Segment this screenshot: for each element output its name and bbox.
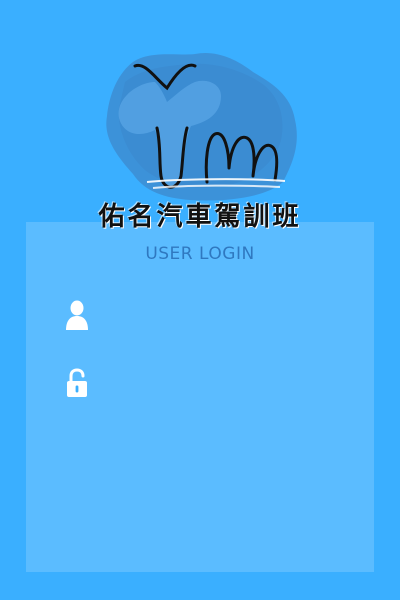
username-input[interactable]: [102, 300, 354, 330]
lock-icon: [64, 367, 90, 399]
brand-logo: [95, 42, 310, 207]
brand-title: 佑名汽車駕訓班: [98, 202, 302, 232]
password-input[interactable]: [102, 368, 354, 398]
password-field-row: [64, 365, 354, 401]
login-panel: USER LOGIN: [26, 222, 374, 572]
username-field-row: [64, 297, 354, 333]
user-icon: [64, 299, 90, 331]
logo-graphic: [106, 52, 297, 201]
login-heading: USER LOGIN: [145, 244, 255, 264]
